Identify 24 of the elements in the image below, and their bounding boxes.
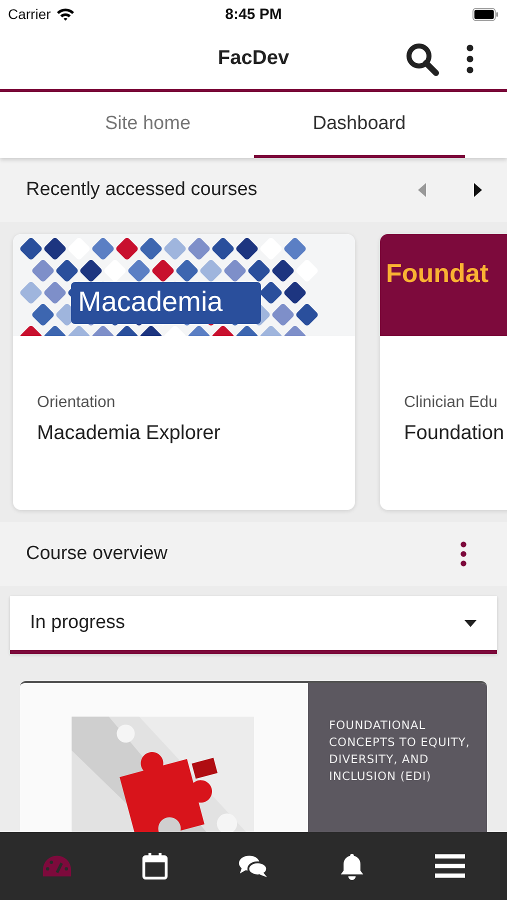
section-title: Course overview (26, 543, 168, 565)
course-card[interactable]: Macademia Orientation Macademia Explorer (13, 234, 355, 510)
menu-icon (434, 852, 465, 880)
app-title: FacDev (218, 47, 290, 70)
more-icon[interactable] (466, 44, 474, 74)
course-name: Macademia Explorer (37, 422, 222, 445)
course-name: Foundation (404, 422, 506, 445)
wifi-icon (56, 7, 75, 21)
calendar-icon (140, 852, 170, 880)
status-time: 8:45 PM (225, 6, 282, 22)
caret-icon (464, 620, 477, 626)
carrier-label: Carrier (8, 6, 51, 22)
tab[interactable]: Site home (42, 92, 254, 158)
course-category: Orientation (37, 394, 116, 412)
course-category: Clinician Edu (404, 394, 498, 412)
filter-dropdown[interactable]: In progress (10, 596, 497, 654)
course-card[interactable]: Foundat Clinician Edu Foundation (380, 234, 507, 510)
more-icon[interactable] (460, 541, 467, 567)
next-arrow-icon[interactable] (473, 182, 483, 198)
search-icon[interactable] (405, 42, 439, 76)
section-title: Recently accessed courses (26, 179, 258, 201)
banner-text: FOUNDATIONAL CONCEPTS TO EQUITY, DIVERSITY, AND INCLUSION (EDI) (329, 717, 471, 785)
battery-icon (472, 8, 499, 20)
banner-text: Macademia (78, 286, 223, 318)
